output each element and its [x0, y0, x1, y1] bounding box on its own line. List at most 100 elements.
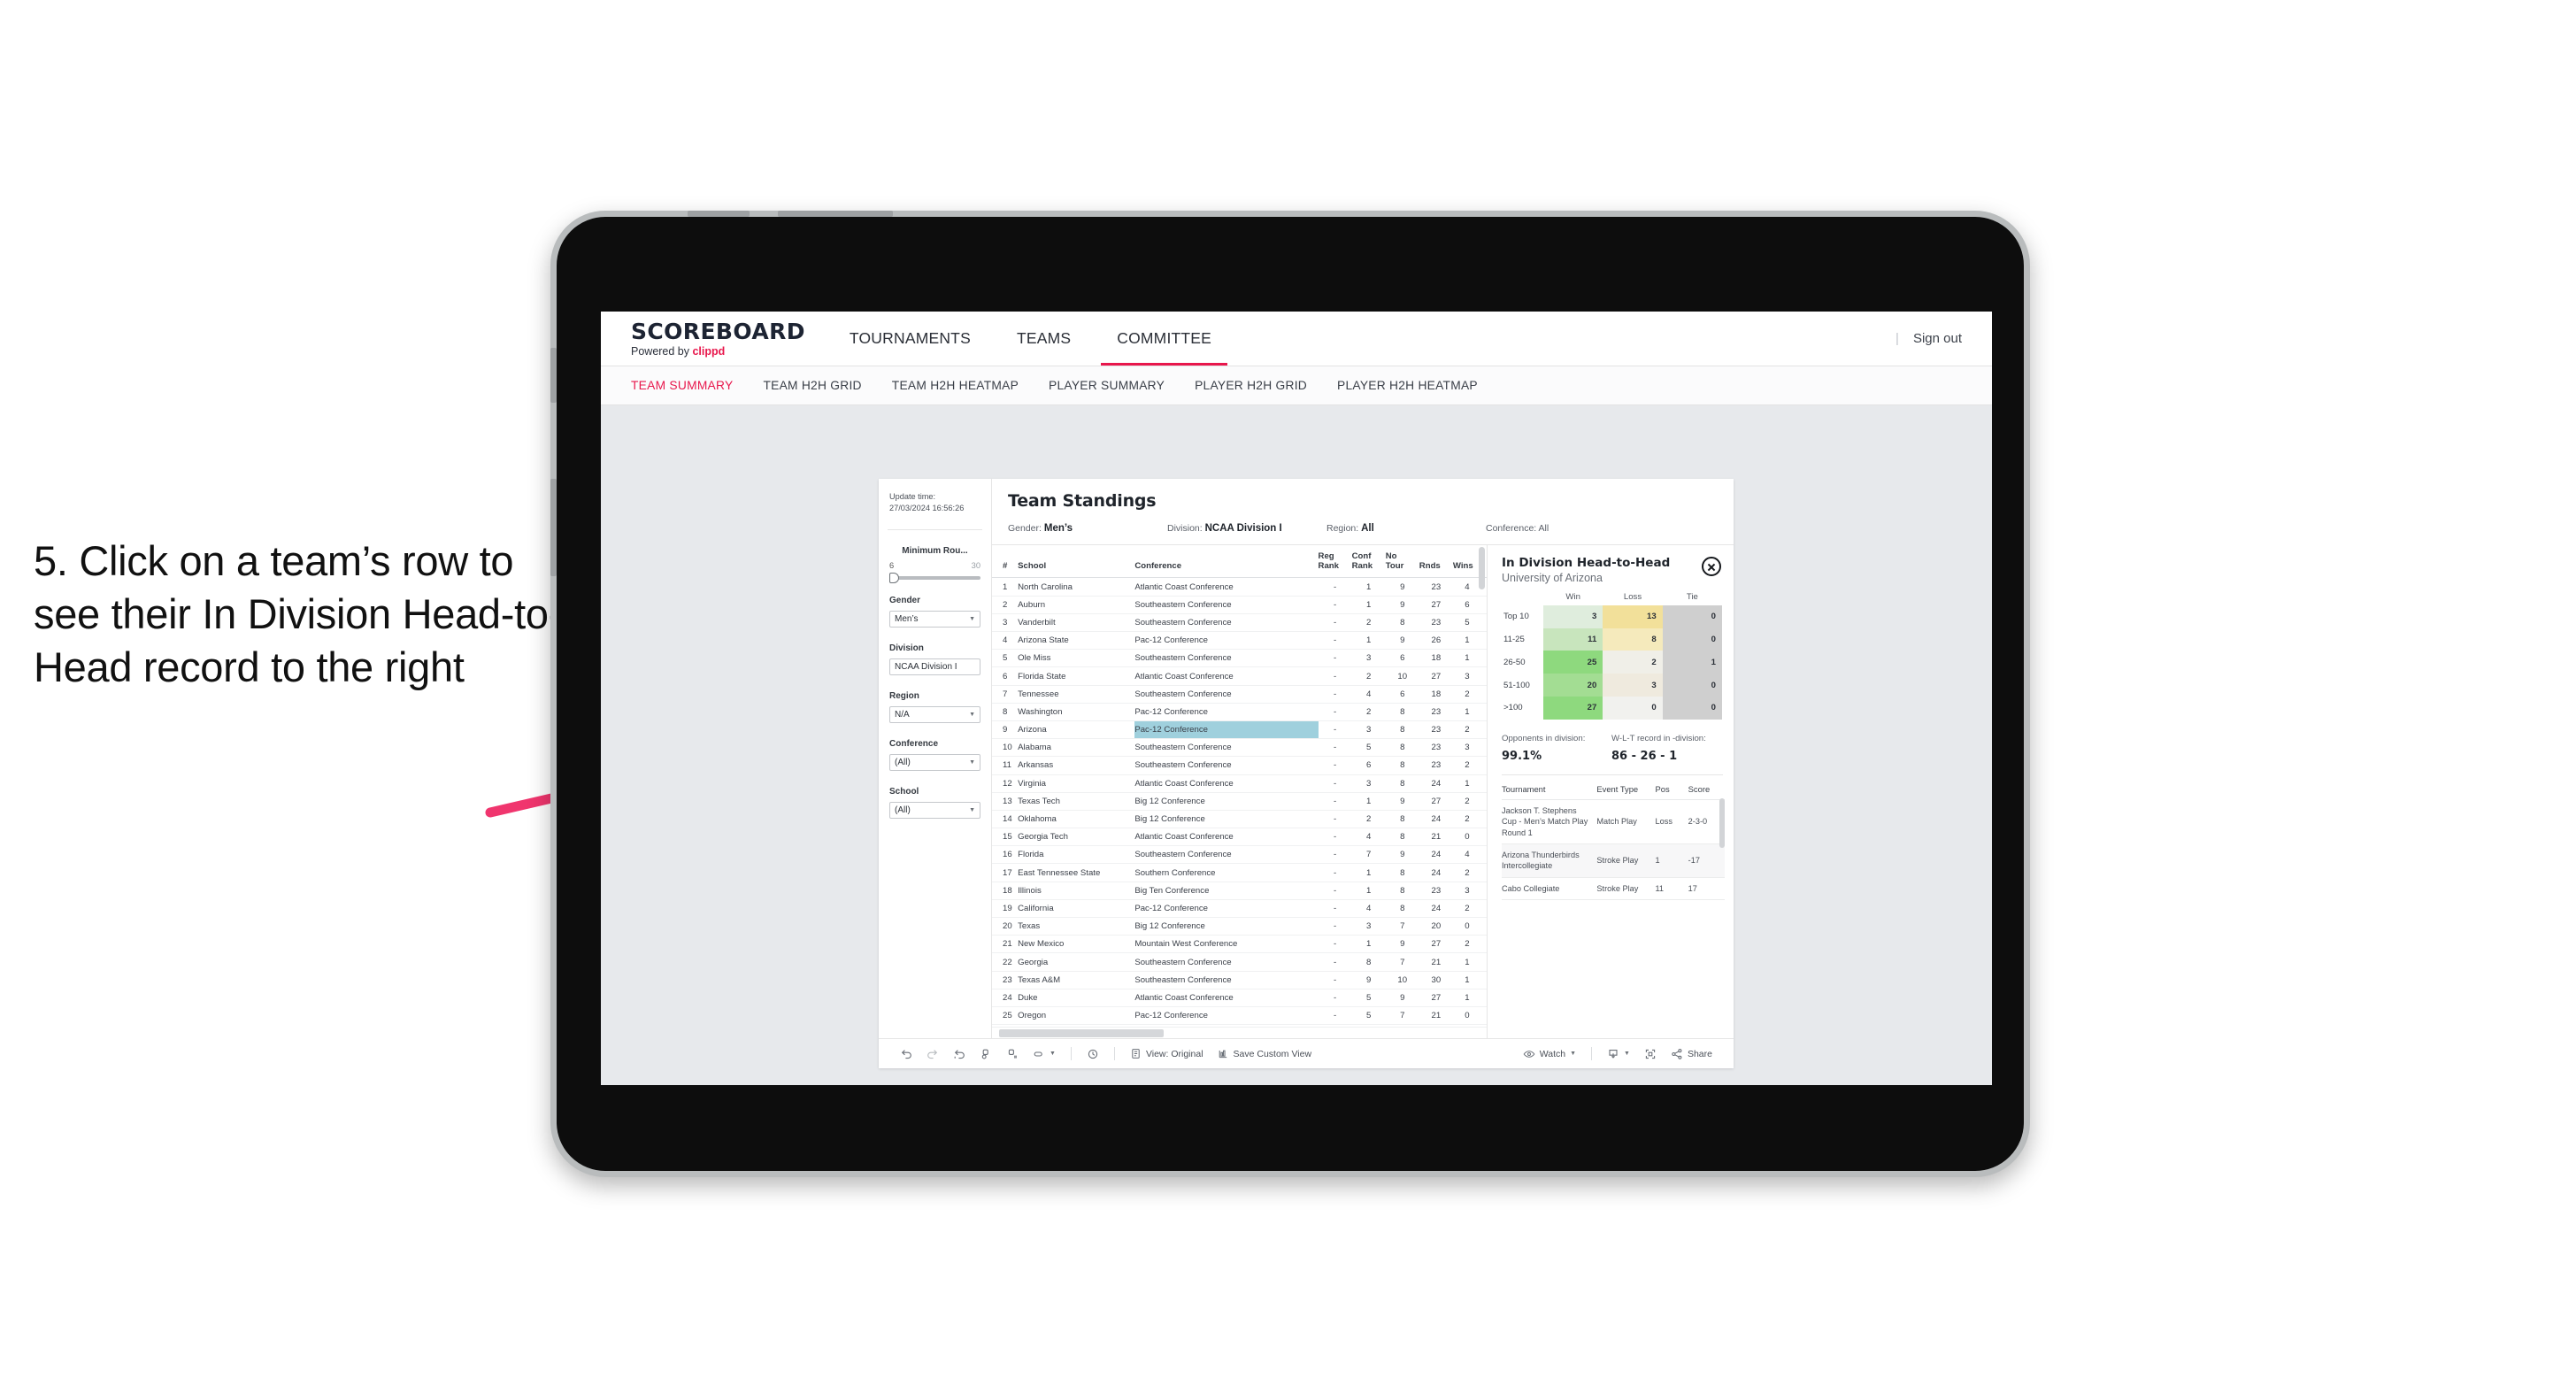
row-rank: 14	[992, 810, 1019, 829]
tab-player-h2h-heatmap[interactable]: PLAYER H2H HEATMAP	[1337, 379, 1478, 392]
tab-player-summary[interactable]: PLAYER SUMMARY	[1049, 379, 1165, 392]
table-row[interactable]: 14 Oklahoma Big 12 Conference -2 8 24 2	[992, 810, 1487, 829]
table-row[interactable]: 22 Georgia Southeastern Conference -8 7 21 1	[992, 952, 1487, 972]
col-conference[interactable]: Conference	[1134, 545, 1319, 579]
table-row[interactable]: 3 Vanderbilt Southeastern Conference -2 8 23 5	[992, 613, 1487, 633]
table-row[interactable]: 15 Georgia Tech Atlantic Coast Conference -…	[992, 828, 1487, 847]
row-conference: Southeastern Conference	[1134, 596, 1319, 614]
watch-button[interactable]: Watch ▼	[1516, 1048, 1583, 1060]
row-rank: 23	[992, 971, 1019, 989]
pause-updates-icon[interactable]	[999, 1048, 1026, 1060]
row-conference: Southeastern Conference	[1134, 649, 1319, 668]
table-row[interactable]: 1 North Carolina Atlantic Coast Conference…	[992, 577, 1487, 597]
device-layout-icon[interactable]: ▼	[1026, 1048, 1063, 1060]
row-no-tour: 9	[1385, 989, 1419, 1007]
horizontal-scrollbar[interactable]	[999, 1029, 1164, 1037]
tournament-row[interactable]: Jackson T. Stephens Cup - Men’s Match Pl…	[1502, 799, 1725, 845]
table-row[interactable]: 2 Auburn Southeastern Conference -1 9 27 6	[992, 596, 1487, 614]
division-select[interactable]: NCAA Division I	[889, 658, 980, 675]
chevron-down-icon: ▼	[969, 711, 975, 718]
col-reg-rank[interactable]: Reg Rank	[1318, 545, 1352, 579]
undo-icon[interactable]	[893, 1048, 919, 1060]
table-row[interactable]: 24 Duke Atlantic Coast Conference -5 9 27 1	[992, 989, 1487, 1007]
tournament-row[interactable]: Cabo Collegiate Stroke Play 11 17	[1502, 877, 1725, 901]
tab-team-summary[interactable]: TEAM SUMMARY	[631, 379, 733, 392]
revert-icon[interactable]	[946, 1048, 973, 1060]
table-row[interactable]: 4 Arizona State Pac-12 Conference -1 9 26 1	[992, 631, 1487, 651]
nav-tournaments[interactable]: TOURNAMENTS	[827, 312, 994, 366]
table-row[interactable]: 10 Alabama Southeastern Conference -5 8 23 3	[992, 738, 1487, 758]
table-row[interactable]: 7 Tennessee Southeastern Conference -4 6 18 2	[992, 685, 1487, 704]
col-no-tour[interactable]: No Tour	[1385, 545, 1419, 579]
col-rnds[interactable]: Rnds	[1419, 545, 1453, 579]
share-button[interactable]: Share	[1664, 1048, 1719, 1060]
col-school[interactable]: School	[1018, 545, 1135, 579]
row-wins: 6	[1452, 596, 1487, 614]
row-conference: Big 12 Conference	[1134, 810, 1319, 829]
h2h-tie-cell: 1	[1662, 651, 1722, 674]
close-circle-icon[interactable]	[1702, 557, 1721, 576]
table-row[interactable]: 21 New Mexico Mountain West Conference -1 9 2…	[992, 935, 1487, 954]
row-conf-rank: 8	[1351, 952, 1386, 972]
table-row[interactable]: 13 Texas Tech Big 12 Conference -1 9 27 2	[992, 792, 1487, 811]
view-original-button[interactable]: View: Original	[1123, 1048, 1211, 1059]
table-row[interactable]: 20 Texas Big 12 Conference -3 7 20 0	[992, 917, 1487, 936]
table-row[interactable]: 8 Washington Pac-12 Conference -2 8 23 1	[992, 703, 1487, 721]
nav-committee[interactable]: COMMITTEE	[1094, 312, 1234, 366]
table-row[interactable]: 23 Texas A&M Southeastern Conference -9 10 30…	[992, 971, 1487, 989]
table-row[interactable]: 17 East Tennessee State Southern Conferenc…	[992, 863, 1487, 882]
table-row[interactable]: 12 Virginia Atlantic Coast Conference -3 8 24…	[992, 774, 1487, 793]
slider-handle[interactable]	[889, 572, 899, 583]
h2h-win-cell: 25	[1543, 651, 1603, 674]
tournaments-scrollbar[interactable]	[1719, 797, 1725, 848]
stat-opponents-value: 99.1%	[1502, 749, 1542, 763]
standings-scroll-area: # School Conference Reg Rank Conf Rank No T…	[992, 545, 1487, 1027]
table-row[interactable]: 5 Ole Miss Southeastern Conference -3 6 18 1	[992, 649, 1487, 668]
clock-icon[interactable]	[1080, 1048, 1106, 1060]
conference-select[interactable]: (All) ▼	[889, 753, 980, 771]
row-no-tour: 7	[1385, 917, 1419, 936]
col-rank[interactable]: #	[992, 545, 1019, 579]
table-row[interactable]: 19 California Pac-12 Conference -4 8 24 2	[992, 899, 1487, 919]
download-icon[interactable]: ▼	[1600, 1048, 1637, 1060]
tab-player-h2h-grid[interactable]: PLAYER H2H GRID	[1195, 379, 1307, 392]
tournament-row[interactable]: Arizona Thunderbirds Intercollegiate Stro…	[1502, 843, 1725, 878]
row-wins: 1	[1452, 703, 1487, 721]
minimum-rounds-slider[interactable]	[889, 572, 980, 583]
row-no-tour: 8	[1385, 720, 1419, 740]
tab-team-h2h-grid[interactable]: TEAM H2H GRID	[763, 379, 861, 392]
nav-teams[interactable]: TEAMS	[994, 312, 1094, 366]
row-no-tour: 6	[1385, 649, 1419, 668]
gender-select[interactable]: Men’s ▼	[889, 610, 980, 628]
save-custom-view-button[interactable]: Save Custom View	[1211, 1048, 1319, 1059]
row-conference: Big Ten Conference	[1134, 882, 1319, 900]
region-select[interactable]: N/A ▼	[889, 705, 980, 723]
table-row[interactable]: 18 Illinois Big Ten Conference -1 8 23 3	[992, 882, 1487, 900]
standings-header: Team Standings Gender: Men’s Division: N…	[992, 479, 1734, 545]
table-row[interactable]: 9 Arizona Pac-12 Conference -3 8 23 2	[992, 720, 1487, 740]
h2h-matrix-header: Win Loss Tie	[1502, 592, 1722, 605]
row-conf-rank: 9	[1351, 971, 1386, 989]
row-reg-rank: -	[1318, 828, 1352, 847]
vertical-scrollbar[interactable]	[1479, 547, 1485, 589]
col-conf-rank[interactable]: Conf Rank	[1351, 545, 1386, 579]
refresh-data-icon[interactable]	[973, 1048, 999, 1060]
device-button-side-upper	[550, 348, 557, 403]
tab-team-h2h-heatmap[interactable]: TEAM H2H HEATMAP	[892, 379, 1019, 392]
row-conference: Mountain West Conference	[1134, 935, 1319, 954]
row-rnds: 26	[1419, 631, 1453, 651]
table-row[interactable]: 25 Oregon Pac-12 Conference -5 7 21 0	[992, 1006, 1487, 1026]
app-viewport: SCOREBOARD Powered by clippd TOURNAMENTS…	[601, 312, 1992, 1085]
app-header: SCOREBOARD Powered by clippd TOURNAMENTS…	[601, 312, 1992, 366]
table-row[interactable]: 11 Arkansas Southeastern Conference -6 8 23 2	[992, 756, 1487, 775]
slider-values: 6 30	[889, 561, 980, 570]
school-select[interactable]: (All) ▼	[889, 801, 980, 819]
head-to-head-panel: In Division Head-to-Head University of A…	[1488, 545, 1734, 1038]
table-row[interactable]: 6 Florida State Atlantic Coast Conference -…	[992, 666, 1487, 686]
table-row[interactable]: 16 Florida Southeastern Conference -7 9 24 4	[992, 845, 1487, 865]
redo-icon[interactable]	[919, 1048, 946, 1060]
fullscreen-icon[interactable]	[1637, 1048, 1664, 1060]
signout-link[interactable]: Sign out	[1913, 331, 1962, 346]
row-rnds: 24	[1419, 810, 1453, 829]
row-rnds: 30	[1419, 971, 1453, 989]
